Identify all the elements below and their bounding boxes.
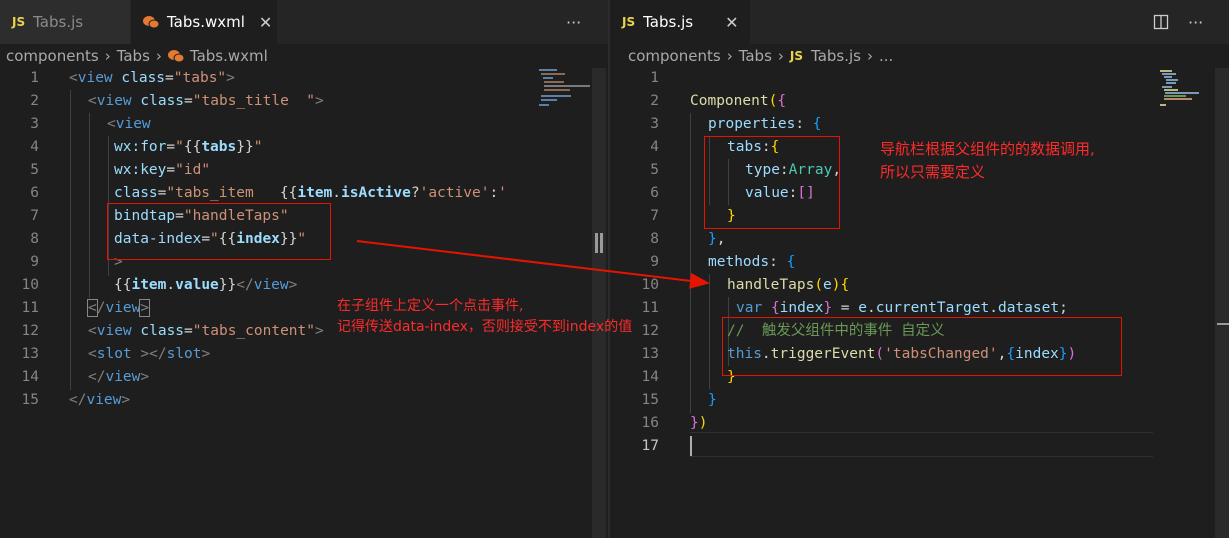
annotation-text: 所以只需要定义 bbox=[880, 163, 986, 181]
annotation-arrow bbox=[356, 240, 710, 289]
annotation-text: 导航栏根据父组件的的数据调用, bbox=[880, 140, 1095, 158]
annotation-note: 导航栏根据父组件的的数据调用, 所以只需要定义 bbox=[880, 138, 1095, 184]
annotation-text: 在子组件上定义一个点击事件, bbox=[337, 298, 524, 314]
annotation-note: 在子组件上定义一个点击事件, 记得传送data-index，否则接受不到inde… bbox=[337, 296, 632, 338]
annotation-text: 记得传送data-index，否则接受不到index的值 bbox=[337, 319, 633, 335]
